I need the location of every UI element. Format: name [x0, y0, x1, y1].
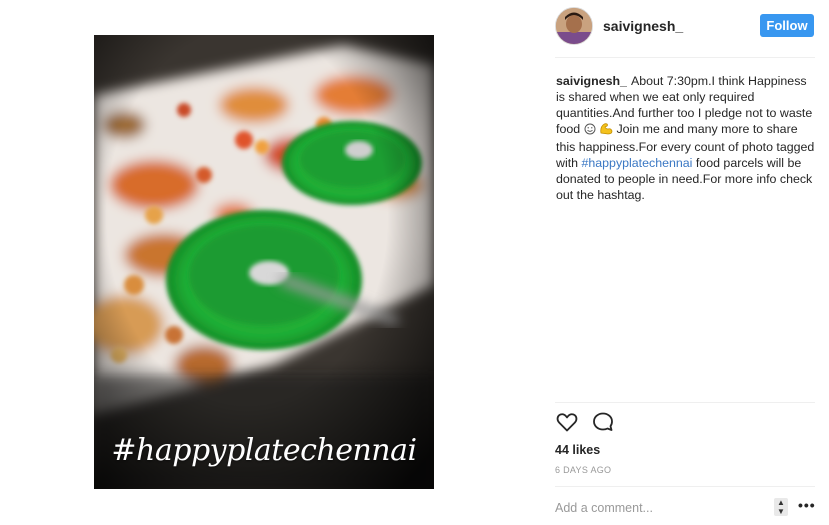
header-divider — [555, 57, 815, 58]
header-username[interactable]: saivignesh_ — [603, 18, 683, 34]
post-header: saivignesh_ Follow — [555, 7, 815, 47]
more-options-icon[interactable]: ••• — [798, 498, 818, 514]
heart-icon[interactable] — [555, 410, 579, 434]
post-photo — [94, 35, 434, 489]
comment-icon[interactable] — [591, 410, 615, 434]
avatar-image — [556, 8, 592, 44]
chevron-up-icon: ▲ — [777, 498, 785, 507]
avatar[interactable] — [555, 7, 593, 45]
post-actions — [555, 410, 635, 436]
image-hashtag-overlay: #happyplatechennai — [111, 433, 417, 468]
comment-input[interactable] — [555, 498, 770, 518]
caption-username[interactable]: saivignesh_ — [556, 74, 627, 88]
smile-emoji — [584, 123, 596, 139]
post-image[interactable]: #happyplatechennai — [94, 35, 434, 489]
actions-divider — [555, 402, 815, 403]
flexed-biceps-emoji — [599, 122, 613, 139]
post-timestamp[interactable]: 6 DAYS AGO — [555, 465, 611, 475]
post-caption: saivignesh_ About 7:30pm.I think Happines… — [556, 73, 818, 203]
caption-hashtag-link[interactable]: #happyplatechennai — [581, 156, 692, 170]
comment-divider — [555, 486, 815, 487]
chevron-down-icon: ▼ — [777, 507, 785, 516]
comment-resize-stepper[interactable]: ▲ ▼ — [774, 498, 788, 516]
follow-button[interactable]: Follow — [760, 14, 814, 37]
likes-count[interactable]: 44 likes — [555, 443, 600, 457]
